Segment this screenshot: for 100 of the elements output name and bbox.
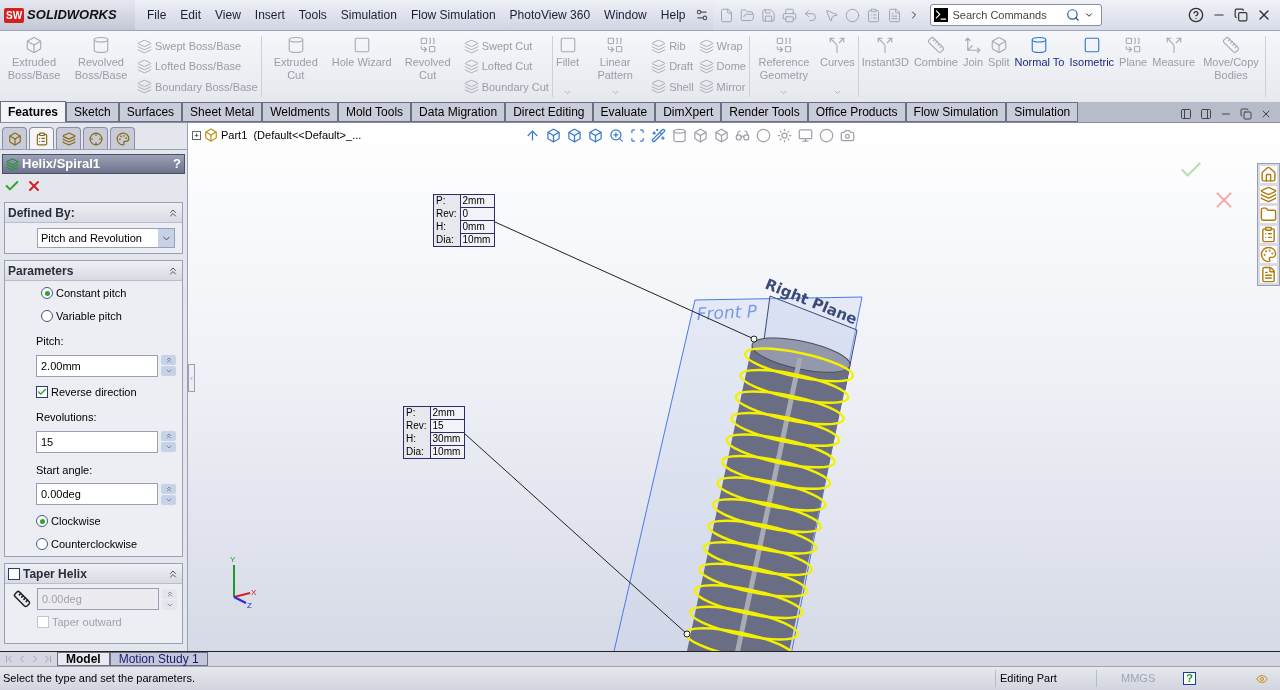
command-tab[interactable]: Data Migration bbox=[411, 102, 506, 122]
toolbar-icon[interactable] bbox=[866, 7, 882, 23]
view-tool-icon[interactable] bbox=[525, 128, 540, 143]
command-tab[interactable]: Simulation bbox=[1006, 102, 1079, 122]
menu-item[interactable]: Tools bbox=[292, 6, 333, 24]
help-icon[interactable] bbox=[1188, 7, 1204, 23]
command-tab[interactable]: Direct Editing bbox=[505, 102, 593, 122]
help-icon[interactable]: ? bbox=[1183, 672, 1196, 685]
radio-button[interactable] bbox=[41, 309, 53, 322]
command-tab[interactable]: Mold Tools bbox=[337, 102, 412, 122]
panel-tab[interactable] bbox=[83, 127, 108, 149]
task-pane-icon[interactable] bbox=[1260, 186, 1277, 203]
menu-item[interactable]: Edit bbox=[174, 6, 208, 24]
view-tool-icon[interactable] bbox=[693, 128, 708, 143]
panel-tab[interactable] bbox=[110, 127, 135, 149]
radio-button[interactable] bbox=[41, 287, 53, 300]
command-tab[interactable]: Weldments bbox=[262, 102, 338, 122]
panel-tab[interactable] bbox=[2, 127, 27, 149]
panel-tab[interactable] bbox=[56, 127, 81, 149]
view-tool-icon[interactable] bbox=[777, 128, 792, 143]
toolbar-icon[interactable] bbox=[803, 7, 819, 23]
document-tab[interactable]: Model bbox=[57, 652, 110, 666]
view-tool-icon[interactable] bbox=[840, 128, 855, 143]
ribbon-command[interactable]: Normal To bbox=[1014, 36, 1065, 69]
toolbar-icon[interactable] bbox=[887, 7, 903, 23]
spin-up-button[interactable] bbox=[162, 588, 177, 599]
command-tab[interactable]: Surfaces bbox=[118, 102, 183, 122]
spin-down-button[interactable] bbox=[162, 599, 177, 610]
ribbon-command[interactable]: Isometric bbox=[1069, 36, 1115, 69]
menu-item[interactable]: Window bbox=[598, 6, 653, 24]
task-pane-icon[interactable] bbox=[1260, 206, 1277, 223]
command-icon bbox=[926, 36, 945, 54]
close-icon[interactable] bbox=[1260, 108, 1272, 120]
menu-item[interactable]: Flow Simulation bbox=[404, 6, 502, 24]
expand-icon[interactable]: + bbox=[192, 130, 201, 140]
view-tool-icon[interactable] bbox=[798, 128, 813, 143]
view-tool-icon[interactable] bbox=[756, 128, 771, 143]
dropdown[interactable]: Pitch and Revolution bbox=[37, 228, 175, 248]
view-tool-icon[interactable] bbox=[714, 128, 729, 143]
collapse-handle[interactable] bbox=[188, 364, 195, 392]
status-icon[interactable] bbox=[1256, 672, 1268, 685]
task-pane-icon[interactable] bbox=[1260, 246, 1277, 263]
spin-down-button[interactable] bbox=[161, 494, 176, 505]
search-box[interactable]: Search Commands bbox=[930, 4, 1103, 26]
menu-item[interactable]: Insert bbox=[248, 6, 291, 24]
checkbox[interactable] bbox=[36, 385, 48, 398]
number-field[interactable]: 15 bbox=[36, 430, 158, 453]
menu-item[interactable]: Help bbox=[654, 6, 692, 24]
spin-up-button[interactable] bbox=[161, 355, 176, 365]
toolbar-icon[interactable] bbox=[845, 7, 861, 23]
panel-icon[interactable] bbox=[1200, 108, 1212, 120]
task-pane-icon[interactable] bbox=[1260, 266, 1277, 283]
view-tool-icon[interactable] bbox=[819, 128, 834, 143]
toolbar-icon[interactable] bbox=[761, 7, 777, 23]
menu-item[interactable]: File bbox=[141, 6, 173, 24]
menu-item[interactable]: View bbox=[209, 6, 247, 24]
nav-icon[interactable] bbox=[42, 653, 54, 665]
restore-icon[interactable] bbox=[1234, 8, 1248, 22]
checkbox[interactable] bbox=[8, 567, 20, 580]
command-tab[interactable]: Sketch bbox=[66, 102, 119, 122]
view-tool-icon[interactable] bbox=[567, 128, 582, 143]
command-tab[interactable]: Features bbox=[0, 101, 67, 122]
caret-icon[interactable] bbox=[1084, 10, 1095, 20]
radio-button[interactable] bbox=[36, 515, 48, 528]
document-tab[interactable]: Motion Study 1 bbox=[109, 652, 208, 666]
view-tool-icon[interactable] bbox=[630, 128, 645, 143]
menu-item[interactable]: Simulation bbox=[334, 6, 403, 24]
toolbar-icon[interactable] bbox=[782, 7, 798, 23]
command-tab[interactable]: Evaluate bbox=[592, 102, 656, 122]
command-tab[interactable]: DimXpert bbox=[655, 102, 722, 122]
menu-item[interactable]: PhotoView 360 bbox=[503, 6, 597, 24]
command-tab[interactable]: Sheet Metal bbox=[182, 102, 263, 122]
spin-down-button[interactable] bbox=[161, 366, 176, 376]
view-tool-icon[interactable] bbox=[735, 128, 750, 143]
command-tab[interactable]: Flow Simulation bbox=[905, 102, 1007, 122]
search-field[interactable]: Search Commands bbox=[952, 6, 1063, 24]
toolbar-icon[interactable] bbox=[719, 7, 735, 23]
number-field[interactable]: 2.00mm bbox=[36, 354, 158, 377]
nav-icon[interactable] bbox=[3, 653, 15, 665]
command-tab[interactable]: Render Tools bbox=[721, 102, 808, 122]
view-tool-icon[interactable] bbox=[546, 128, 561, 143]
task-pane-icon[interactable] bbox=[1260, 226, 1277, 243]
panel-icon[interactable] bbox=[1180, 108, 1192, 120]
search-icon[interactable] bbox=[1066, 8, 1081, 22]
radio-button[interactable] bbox=[36, 537, 48, 550]
spin-down-button[interactable] bbox=[161, 442, 176, 452]
view-tool-icon[interactable] bbox=[609, 128, 624, 143]
view-tool-icon[interactable] bbox=[651, 128, 666, 143]
task-pane-icon[interactable] bbox=[1260, 166, 1277, 183]
view-tool-icon[interactable] bbox=[672, 128, 687, 143]
spin-up-button[interactable] bbox=[161, 431, 176, 441]
view-tool-icon[interactable] bbox=[588, 128, 603, 143]
command-tab[interactable]: Office Products bbox=[807, 102, 906, 122]
toolbar-icon[interactable] bbox=[824, 7, 840, 23]
tree-item[interactable]: Part1 (Default<<Default>_... bbox=[221, 127, 362, 144]
spin-up-button[interactable] bbox=[161, 483, 176, 494]
number-field[interactable]: 0.00deg bbox=[36, 483, 158, 505]
cancel-icon[interactable] bbox=[26, 178, 42, 194]
panel-tab[interactable] bbox=[29, 127, 54, 149]
toolbar-icon[interactable] bbox=[740, 7, 756, 23]
